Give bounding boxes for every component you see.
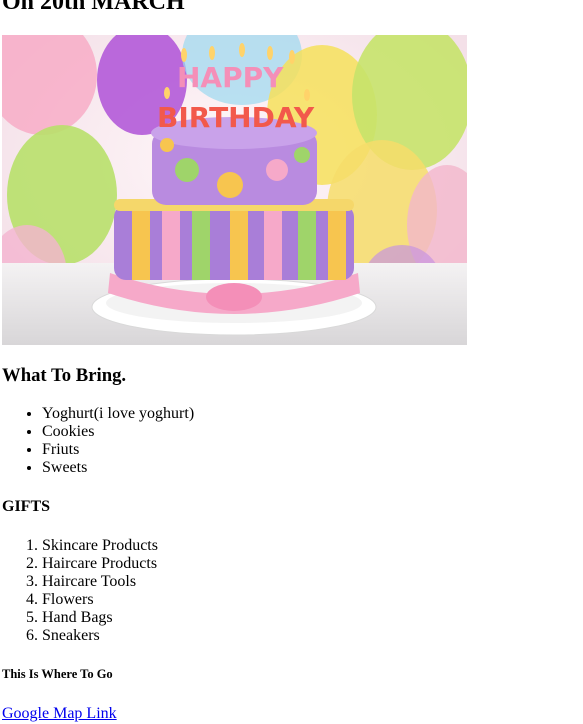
location-heading: This Is Where To Go [2, 667, 113, 681]
gifts-heading: GIFTS [2, 498, 51, 515]
list-item: Haircare Products [42, 555, 158, 573]
list-item: Sweets [42, 459, 194, 477]
birthday-cake-image: HAPPY BIRTHDAY [2, 35, 467, 345]
gifts-list: Skincare Products Haircare Products Hair… [0, 537, 158, 645]
list-item: Skincare Products [42, 537, 158, 555]
cake-text-birthday: BIRTHDAY [157, 101, 315, 134]
list-item: Cookies [42, 423, 194, 441]
list-item: Yoghurt(i love yoghurt) [42, 405, 194, 423]
event-date-heading: On 20th MARCH [2, 0, 185, 15]
page: On 20th MARCH HAPPY BIRTHDAY What To Bri… [0, 0, 583, 724]
list-item: Sneakers [42, 627, 158, 645]
what-to-bring-list: Yoghurt(i love yoghurt) Cookies Friuts S… [0, 405, 194, 477]
list-item: Friuts [42, 441, 194, 459]
list-item: Haircare Tools [42, 573, 158, 591]
google-map-link[interactable]: Google Map Link [2, 705, 117, 723]
list-item: Flowers [42, 591, 158, 609]
cake-text-happy: HAPPY [177, 61, 284, 94]
list-item: Hand Bags [42, 609, 158, 627]
what-to-bring-heading: What To Bring. [2, 365, 127, 386]
